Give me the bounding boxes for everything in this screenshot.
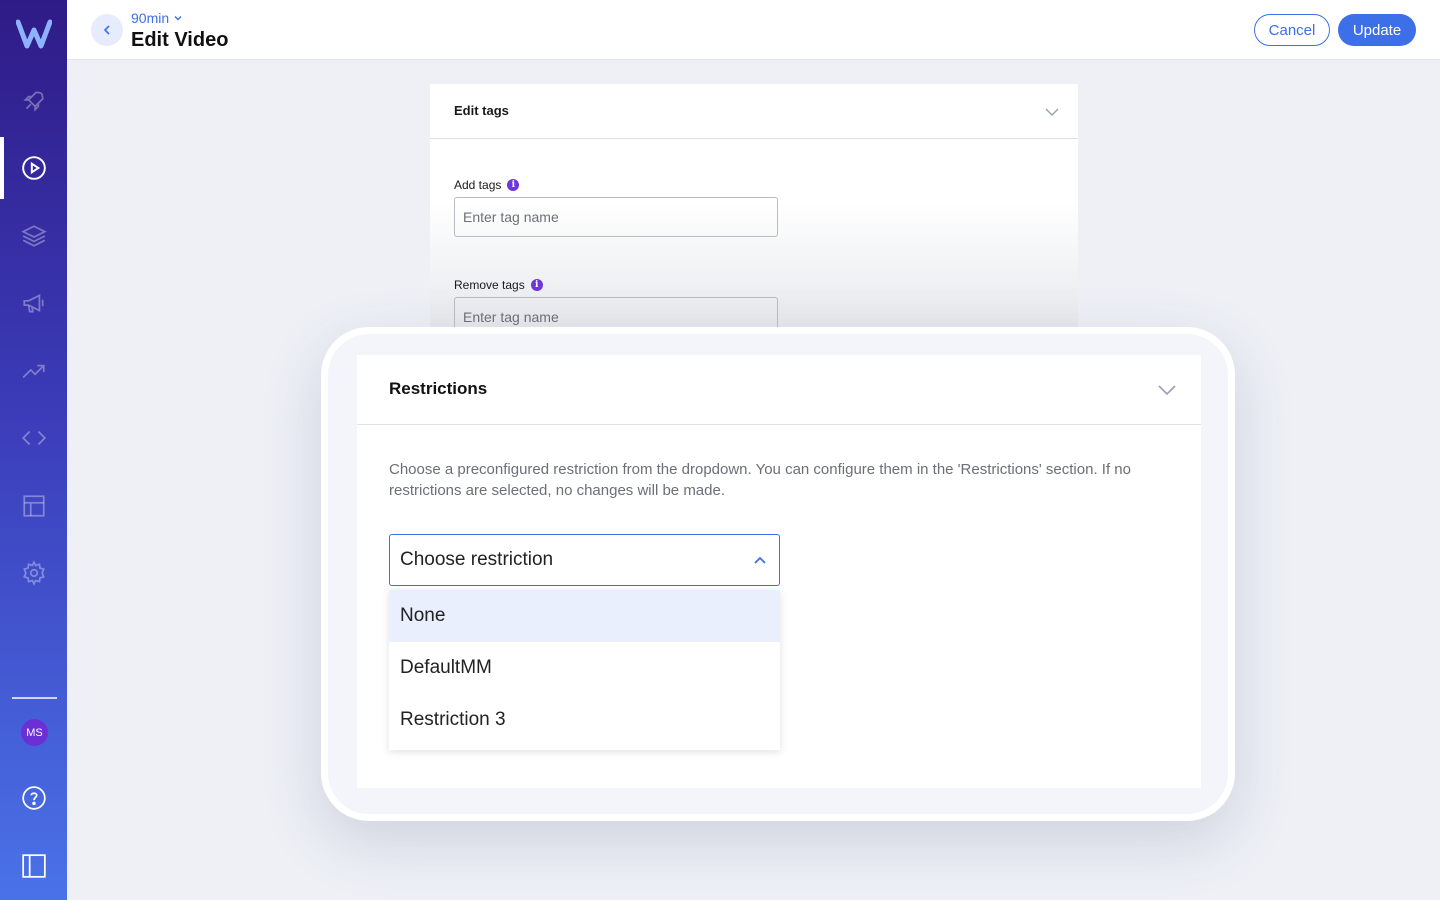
code-icon bbox=[21, 430, 46, 446]
breadcrumb-label: 90min bbox=[131, 10, 170, 26]
add-tags-input[interactable]: Enter tag name bbox=[454, 197, 778, 237]
info-icon[interactable]: i bbox=[507, 179, 520, 191]
restrictions-description: Choose a preconfigured restriction from … bbox=[389, 461, 1131, 499]
option-none[interactable]: None bbox=[389, 590, 780, 642]
add-tags-text: Add tags bbox=[454, 178, 502, 192]
nav-videos[interactable] bbox=[0, 137, 67, 199]
restriction-select[interactable]: Choose restriction bbox=[389, 534, 780, 586]
sidebar-divider bbox=[12, 697, 57, 699]
breadcrumb[interactable]: 90min bbox=[131, 10, 183, 26]
panel-toggle-icon bbox=[21, 854, 46, 878]
chevron-left-icon bbox=[103, 25, 110, 35]
rocket-icon bbox=[22, 91, 44, 112]
nav-layout[interactable] bbox=[0, 475, 67, 537]
megaphone-icon bbox=[22, 294, 44, 313]
nav-rocket[interactable] bbox=[0, 70, 67, 132]
chevron-down-icon[interactable] bbox=[1157, 382, 1177, 398]
trending-icon bbox=[22, 364, 45, 379]
select-placeholder: Choose restriction bbox=[400, 549, 554, 570]
nav-settings[interactable] bbox=[0, 542, 67, 604]
nav-analytics[interactable] bbox=[0, 340, 67, 402]
chevron-up-icon bbox=[754, 556, 766, 564]
add-tags-label: Add tags i bbox=[454, 178, 520, 192]
option-restriction-3[interactable]: Restriction 3 bbox=[389, 694, 780, 746]
chevron-down-icon bbox=[174, 16, 182, 21]
gear-icon bbox=[22, 560, 45, 586]
chevron-down-icon[interactable] bbox=[1044, 104, 1060, 120]
sidebar: MS bbox=[0, 0, 67, 900]
cancel-button[interactable]: Cancel bbox=[1254, 14, 1330, 46]
help-icon bbox=[21, 786, 46, 810]
page-title: Edit Video bbox=[131, 29, 229, 51]
restriction-dropdown: None DefaultMM Restriction 3 bbox=[389, 590, 780, 750]
info-icon[interactable]: i bbox=[530, 279, 543, 291]
remove-tags-label: Remove tags i bbox=[454, 278, 543, 292]
layout-icon bbox=[22, 495, 45, 517]
nav-layers[interactable] bbox=[0, 205, 67, 267]
restrictions-card: Restrictions Choose a preconfigured rest… bbox=[357, 355, 1201, 788]
nav-embed[interactable] bbox=[0, 407, 67, 469]
back-button[interactable] bbox=[91, 14, 123, 46]
edit-tags-card: Edit tags Add tags i Enter tag name Remo… bbox=[430, 84, 1078, 344]
play-circle-icon bbox=[21, 156, 46, 180]
nav-campaigns[interactable] bbox=[0, 272, 67, 334]
layers-icon bbox=[20, 225, 47, 247]
update-button[interactable]: Update bbox=[1338, 14, 1416, 46]
edit-tags-title: Edit tags bbox=[454, 103, 509, 118]
remove-tags-text: Remove tags bbox=[454, 278, 525, 292]
edit-tags-header[interactable]: Edit tags bbox=[430, 84, 1078, 139]
restrictions-title: Restrictions bbox=[389, 379, 488, 398]
topbar: 90min Edit Video Cancel Update bbox=[67, 0, 1440, 60]
nav-collapse[interactable] bbox=[0, 835, 67, 897]
app-logo-icon[interactable] bbox=[16, 18, 52, 50]
restrictions-header[interactable]: Restrictions bbox=[357, 355, 1201, 425]
option-defaultmm[interactable]: DefaultMM bbox=[389, 642, 780, 694]
avatar[interactable]: MS bbox=[21, 719, 48, 746]
nav-help[interactable] bbox=[0, 767, 67, 829]
